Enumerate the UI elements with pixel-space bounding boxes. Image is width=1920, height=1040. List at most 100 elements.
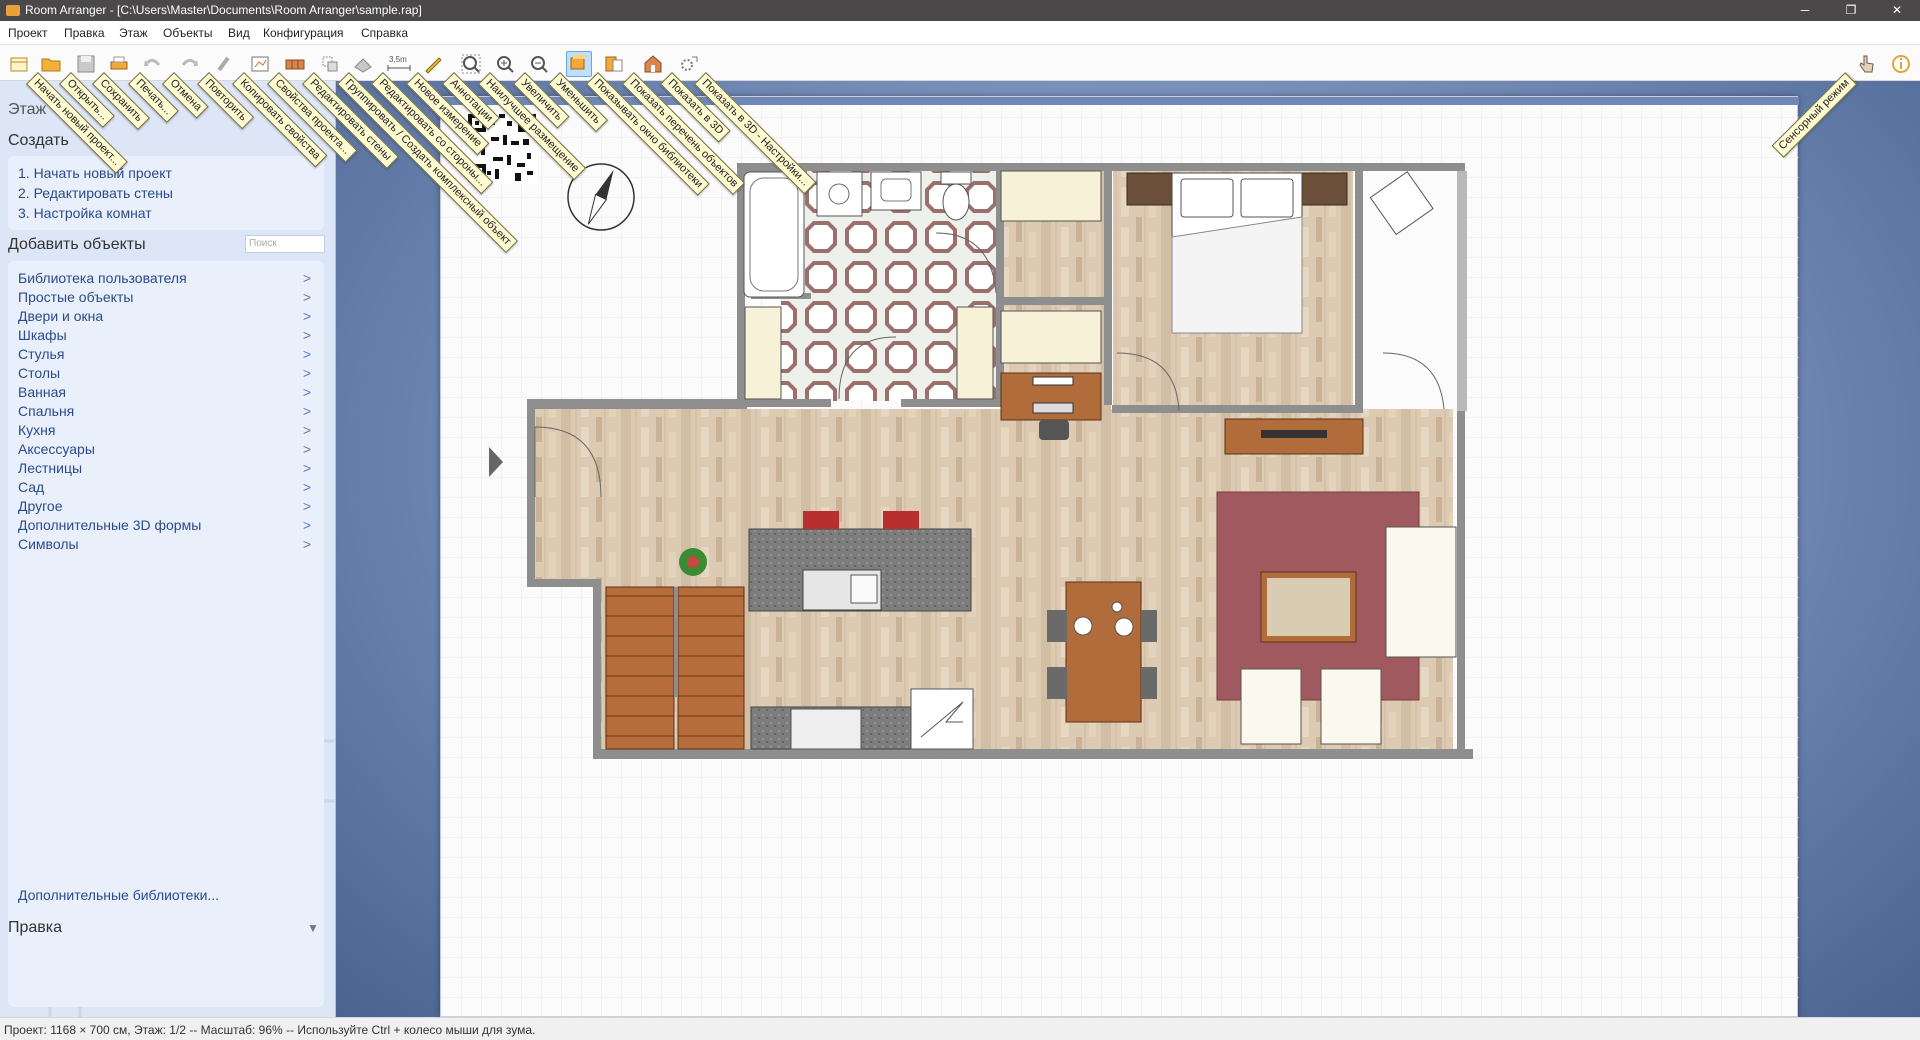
menu-edit[interactable]: Правка [64, 26, 105, 40]
status-text: Проект: 1168 × 700 см, Этаж: 1/2 -- Масш… [4, 1023, 536, 1037]
step-room-setup[interactable]: 3. Настройка комнат [18, 205, 152, 221]
chevron-right-icon: > [302, 498, 311, 514]
add-objects-heading: Добавить объекты [8, 236, 146, 253]
maximize-button[interactable]: ❐ [1828, 0, 1874, 21]
category-6[interactable]: Ванная > [18, 384, 314, 402]
category-label: Простые объекты [18, 289, 134, 305]
library-window-icon[interactable] [566, 51, 592, 77]
category-0[interactable]: Библиотека пользователя > [18, 270, 314, 288]
category-label: Ванная [18, 384, 66, 400]
drawing-sheet[interactable] [440, 96, 1799, 1017]
touch-mode-icon[interactable] [1855, 53, 1877, 75]
redo-icon[interactable] [178, 53, 200, 75]
category-3[interactable]: Шкафы > [18, 327, 314, 345]
category-13[interactable]: Дополнительные 3D формы > [18, 517, 314, 535]
app-icon [6, 5, 20, 16]
chevron-right-icon: > [302, 479, 311, 495]
category-11[interactable]: Сад > [18, 479, 314, 497]
chevron-right-icon: > [302, 517, 311, 533]
best-fit-icon[interactable] [460, 53, 482, 75]
object-list-icon[interactable] [603, 53, 625, 75]
search-input[interactable]: Поиск [245, 235, 325, 253]
chevron-right-icon: > [302, 441, 311, 457]
print-icon[interactable] [108, 53, 130, 75]
step-edit-walls[interactable]: 2. Редактировать стены [18, 185, 173, 201]
category-label: Библиотека пользователя [18, 270, 187, 286]
category-label: Спальня [18, 403, 75, 419]
minimize-button[interactable]: ─ [1782, 0, 1828, 21]
copy-properties-icon[interactable] [213, 53, 235, 75]
edit-side-icon[interactable] [352, 53, 374, 75]
category-label: Символы [18, 536, 79, 552]
category-label: Кухня [18, 422, 56, 438]
category-2[interactable]: Двери и окна > [18, 308, 314, 326]
save-icon[interactable] [75, 53, 97, 75]
chevron-right-icon: > [302, 289, 311, 305]
menu-bar: Проект Правка Этаж Объекты Вид Конфигура… [0, 21, 1920, 45]
more-libraries-link[interactable]: Дополнительные библиотеки... [18, 887, 219, 903]
category-label: Сад [18, 479, 45, 495]
close-button[interactable]: ✕ [1874, 0, 1920, 21]
chevron-right-icon: > [302, 327, 311, 343]
floor-heading: Этаж [8, 101, 47, 118]
category-label: Столы [18, 365, 61, 381]
chevron-right-icon: > [302, 346, 311, 362]
menu-view[interactable]: Вид [228, 26, 250, 40]
menu-project[interactable]: Проект [8, 26, 48, 40]
group-icon[interactable] [319, 53, 341, 75]
chevron-right-icon: > [302, 422, 311, 438]
svg-text:3,5m: 3,5m [389, 55, 407, 64]
toolbar: 3,5m [0, 45, 1920, 81]
category-5[interactable]: Столы > [18, 365, 314, 383]
category-12[interactable]: Другое > [18, 498, 314, 516]
menu-help[interactable]: Справка [361, 26, 408, 40]
sidebar: Этаж Создать 1. Начать новый проект 2. Р… [0, 81, 336, 1017]
category-7[interactable]: Спальня > [18, 403, 314, 421]
chevron-right-icon: > [302, 460, 311, 476]
floor-plan[interactable] [441, 97, 1799, 1017]
dimension-icon[interactable]: 3,5m [386, 53, 412, 75]
open-folder-icon[interactable] [40, 53, 62, 75]
chevron-right-icon: > [302, 365, 311, 381]
menu-objects[interactable]: Объекты [163, 26, 213, 40]
window-title: Room Arranger - [C:\Users\Master\Documen… [25, 3, 422, 17]
category-label: Лестницы [18, 460, 83, 476]
title-bar: Room Arranger - [C:\Users\Master\Documen… [0, 0, 1920, 21]
category-label: Дополнительные 3D формы [18, 517, 202, 533]
project-properties-icon[interactable] [249, 53, 271, 75]
menu-configuration[interactable]: Конфигурация [263, 26, 344, 40]
category-10[interactable]: Лестницы > [18, 460, 314, 478]
chevron-right-icon: > [302, 270, 311, 286]
status-bar: Проект: 1168 × 700 см, Этаж: 1/2 -- Масш… [0, 1017, 1920, 1040]
step-new-project[interactable]: 1. Начать новый проект [18, 165, 172, 181]
chevron-right-icon: > [302, 536, 311, 552]
menu-floor[interactable]: Этаж [119, 26, 148, 40]
zoom-in-icon[interactable] [494, 53, 516, 75]
annotation-icon[interactable] [422, 53, 444, 75]
new-project-icon[interactable] [8, 53, 30, 75]
chevron-down-icon[interactable]: ▼ [307, 921, 319, 935]
category-1[interactable]: Простые объекты > [18, 289, 314, 307]
category-9[interactable]: Аксессуары > [18, 441, 314, 459]
create-heading: Создать [8, 132, 69, 149]
chevron-right-icon: > [302, 384, 311, 400]
chevron-right-icon: > [302, 403, 311, 419]
category-14[interactable]: Символы > [18, 536, 314, 554]
canvas-area[interactable] [336, 81, 1920, 1017]
category-8[interactable]: Кухня > [18, 422, 314, 440]
3d-settings-icon[interactable] [678, 53, 700, 75]
zoom-out-icon[interactable] [528, 53, 550, 75]
edit-heading: Правка [8, 919, 63, 936]
show-3d-icon[interactable] [642, 53, 664, 75]
edit-walls-icon[interactable] [284, 53, 306, 75]
edit-panel [8, 943, 324, 1007]
chevron-right-icon: > [302, 308, 311, 324]
category-label: Другое [18, 498, 63, 514]
category-label: Двери и окна [18, 308, 104, 324]
category-label: Шкафы [18, 327, 67, 343]
category-4[interactable]: Стулья > [18, 346, 314, 364]
undo-icon[interactable] [142, 53, 164, 75]
category-label: Аксессуары [18, 441, 95, 457]
category-label: Стулья [18, 346, 65, 362]
info-icon[interactable] [1890, 53, 1912, 75]
